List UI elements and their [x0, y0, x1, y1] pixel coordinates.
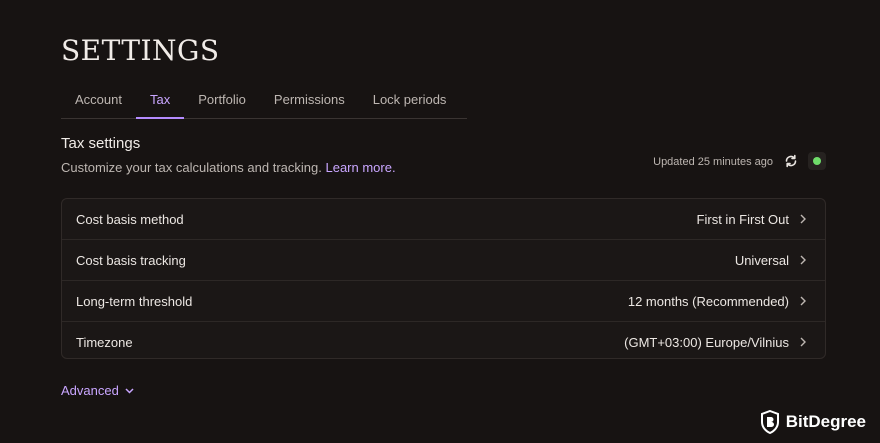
updated-timestamp: Updated 25 minutes ago — [653, 156, 773, 168]
chevron-right-icon — [800, 337, 806, 347]
setting-value: Universal — [734, 252, 789, 268]
setting-value: (GMT+03:00) Europe/Vilnius — [624, 334, 789, 350]
tab-lock-periods[interactable]: Lock periods — [359, 88, 461, 118]
setting-value: First in First Out — [696, 211, 789, 227]
setting-row-timezone[interactable]: Timezone (GMT+03:00) Europe/Vilnius — [62, 322, 825, 362]
brand-name: BitDegree — [785, 412, 866, 431]
tab-portfolio[interactable]: Portfolio — [184, 88, 260, 118]
page-title: SETTINGS — [61, 34, 220, 67]
setting-value: 12 months (Recommended) — [627, 293, 789, 309]
tab-bar: Account Tax Portfolio Permissions Lock p… — [61, 88, 467, 119]
tab-permissions[interactable]: Permissions — [260, 88, 359, 118]
advanced-toggle[interactable]: Advanced — [61, 383, 134, 398]
setting-label: Cost basis method — [76, 211, 184, 227]
chevron-right-icon — [800, 296, 806, 306]
chevron-right-icon — [800, 255, 806, 265]
chevron-right-icon — [800, 214, 806, 224]
setting-label: Timezone — [76, 334, 133, 350]
setting-label: Cost basis tracking — [76, 252, 186, 268]
setting-row-cost-basis-method[interactable]: Cost basis method First in First Out — [62, 199, 825, 240]
section-title: Tax settings — [61, 135, 141, 152]
chevron-down-icon — [125, 387, 134, 394]
setting-row-long-term-threshold[interactable]: Long-term threshold 12 months (Recommend… — [62, 281, 825, 322]
section-subtitle: Customize your tax calculations and trac… — [61, 160, 396, 175]
advanced-label: Advanced — [61, 383, 119, 398]
sync-status-indicator — [808, 152, 826, 170]
tab-account[interactable]: Account — [61, 88, 136, 118]
settings-card: Cost basis method First in First Out Cos… — [61, 198, 826, 359]
brand-watermark: BitDegree — [760, 410, 866, 434]
bitdegree-logo-icon — [760, 410, 779, 434]
status-dot-icon — [813, 157, 821, 165]
tab-tax[interactable]: Tax — [135, 88, 185, 119]
learn-more-link[interactable]: Learn more. — [325, 160, 395, 175]
refresh-icon[interactable] — [783, 153, 799, 169]
section-subtitle-text: Customize your tax calculations and trac… — [61, 160, 322, 175]
setting-label: Long-term threshold — [76, 293, 193, 309]
setting-row-cost-basis-tracking[interactable]: Cost basis tracking Universal — [62, 240, 825, 281]
